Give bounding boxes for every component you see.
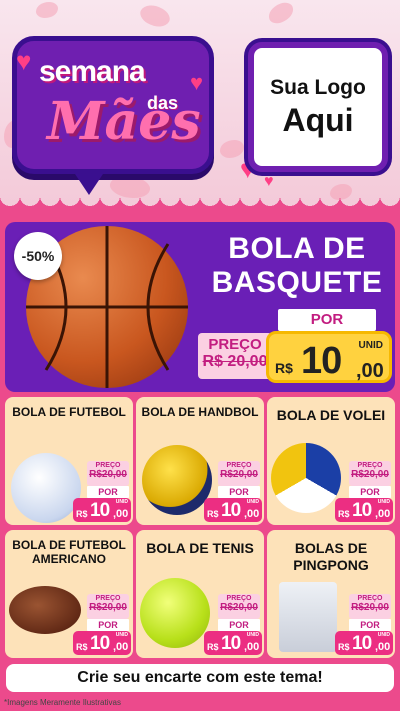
price-unid: UNID xyxy=(115,632,128,638)
preco-label: PREÇO xyxy=(95,595,121,602)
old-price-box: PREÇO R$20,00 xyxy=(87,461,129,486)
product-name: BOLA DE HANDBOL xyxy=(141,405,259,419)
por-label: POR xyxy=(87,619,129,631)
price-unid: UNID xyxy=(377,499,390,505)
product-card[interactable]: BOLA DE FUTEBOL AMERICANO PREÇO R$20,00 POR… xyxy=(5,530,133,658)
price-tag: R$ 10,00 UNID xyxy=(335,498,393,522)
hero-price-tag: UNID R$ 10 ,00 xyxy=(266,331,392,383)
hero-currency: R$ xyxy=(275,360,293,376)
price-cur: R$ xyxy=(207,642,219,652)
preco-label: PREÇO xyxy=(226,462,252,469)
footnote: *Imagens Meramente Ilustrativas xyxy=(4,698,121,707)
old-price: R$20,00 xyxy=(89,469,127,480)
price-cur: R$ xyxy=(76,509,88,519)
por-label: POR xyxy=(218,486,260,498)
price-tag: R$ 10,00 UNID xyxy=(204,498,262,522)
product-name: BOLA DE FUTEBOL AMERICANO xyxy=(12,538,126,567)
product-card[interactable]: BOLA DE HANDBOL PREÇO R$20,00 POR R$ 10,00 UNI… xyxy=(136,397,264,525)
price-unid: UNID xyxy=(377,632,390,638)
heart-icon: ♥ xyxy=(264,173,274,190)
por-label: POR xyxy=(349,619,391,631)
product-name: BOLAS DE PINGPONG xyxy=(293,540,369,573)
price-cur: R$ xyxy=(207,509,219,519)
product-name: BOLA DE FUTEBOL xyxy=(12,405,126,419)
preco-label: PREÇO xyxy=(95,462,121,469)
price-dec: ,00 xyxy=(375,508,391,520)
logo-text-line2: Aqui xyxy=(282,101,354,138)
price-cur: R$ xyxy=(338,642,350,652)
price-tag: R$ 10,00 UNID xyxy=(73,631,131,655)
hero-price-int: 10 xyxy=(301,340,342,382)
cta-banner[interactable]: Crie seu encarte com este tema! xyxy=(6,664,394,692)
football-icon xyxy=(9,586,81,634)
title-line2: Mães xyxy=(47,91,201,152)
hero-por-label: POR xyxy=(278,309,376,331)
hero-old-price: R$ 20,00 xyxy=(202,353,268,370)
old-price-box: PREÇO R$20,00 xyxy=(218,594,260,619)
petal-decoration xyxy=(265,0,297,26)
old-price: R$20,00 xyxy=(351,602,389,613)
old-price-box: PREÇO R$20,00 xyxy=(349,461,391,486)
price-int: 10 xyxy=(221,500,241,521)
product-name: BOLA DE VOLEI xyxy=(276,407,386,423)
title-badge: semana das Mães xyxy=(12,36,214,195)
price-int: 10 xyxy=(90,633,110,654)
por-label: POR xyxy=(218,619,260,631)
price-unid: UNID xyxy=(246,632,259,638)
price-tag: R$ 10,00 UNID xyxy=(335,631,393,655)
handball-icon xyxy=(142,445,212,515)
old-price: R$20,00 xyxy=(351,469,389,480)
product-card[interactable]: BOLA DE FUTEBOL PREÇO R$20,00 POR R$ 10,00 UNI… xyxy=(5,397,133,525)
product-card[interactable]: BOLAS DE PINGPONG PREÇO R$20,00 POR R$ 10,00 U… xyxy=(267,530,395,658)
old-price: R$20,00 xyxy=(220,602,258,613)
discount-badge: -50% xyxy=(14,232,62,280)
price-cur: R$ xyxy=(338,509,350,519)
por-label: POR xyxy=(87,486,129,498)
logo-text-line1: Sua Logo xyxy=(270,75,366,99)
price-dec: ,00 xyxy=(113,508,129,520)
hero-price-dec: ,00 xyxy=(356,360,384,382)
hero-old-price-box: PREÇO R$ 20,00 xyxy=(198,333,272,379)
preco-label: PREÇO xyxy=(226,595,252,602)
price-int: 10 xyxy=(90,500,110,521)
price-int: 10 xyxy=(352,500,372,521)
preco-label: PREÇO xyxy=(357,462,383,469)
title-line1: semana xyxy=(39,55,146,88)
volleyball-icon xyxy=(271,443,341,513)
hero-product-name: BOLA DE BASQUETE xyxy=(211,232,383,299)
tennis-ball-icon xyxy=(140,578,210,648)
old-price-box: PREÇO R$20,00 xyxy=(349,594,391,619)
price-unid: UNID xyxy=(115,499,128,505)
price-unid: UNID xyxy=(246,499,259,505)
hero-preco-label: PREÇO xyxy=(208,336,262,353)
petal-decoration xyxy=(36,2,58,18)
old-price-box: PREÇO R$20,00 xyxy=(87,594,129,619)
price-dec: ,00 xyxy=(244,508,260,520)
product-card[interactable]: BOLA DE VOLEI PREÇO R$20,00 POR R$ 10,00 UNID xyxy=(267,397,395,525)
product-name: BOLA DE TENIS xyxy=(146,540,254,556)
price-tag: R$ 10,00 UNID xyxy=(73,498,131,522)
hero-unid: UNID xyxy=(358,340,383,351)
price-int: 10 xyxy=(221,633,241,654)
logo-placeholder[interactable]: Sua Logo Aqui xyxy=(248,42,388,172)
price-dec: ,00 xyxy=(375,641,391,653)
price-int: 10 xyxy=(352,633,372,654)
preco-label: PREÇO xyxy=(357,595,383,602)
heart-icon: ♥ xyxy=(190,70,204,95)
pingpong-box-icon xyxy=(279,582,337,652)
product-card[interactable]: BOLA DE TENIS PREÇO R$20,00 POR R$ 10,00 UNID xyxy=(136,530,264,658)
price-dec: ,00 xyxy=(113,641,129,653)
price-cur: R$ xyxy=(76,642,88,652)
soccer-ball-icon xyxy=(11,453,81,523)
heart-icon: ♥ xyxy=(16,46,32,76)
price-tag: R$ 10,00 UNID xyxy=(204,631,262,655)
old-price: R$20,00 xyxy=(220,469,258,480)
por-label: POR xyxy=(349,486,391,498)
petal-decoration xyxy=(137,0,173,33)
old-price: R$20,00 xyxy=(89,602,127,613)
old-price-box: PREÇO R$20,00 xyxy=(218,461,260,486)
price-dec: ,00 xyxy=(244,641,260,653)
